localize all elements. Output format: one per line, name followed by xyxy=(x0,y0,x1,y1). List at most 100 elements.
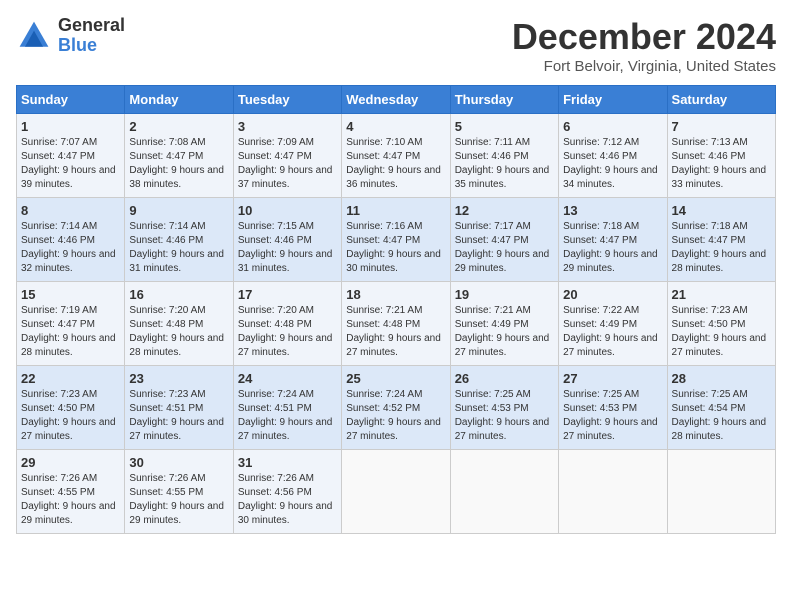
calendar-cell: 26 Sunrise: 7:25 AMSunset: 4:53 PMDayligh… xyxy=(450,366,558,450)
day-info: Sunrise: 7:20 AMSunset: 4:48 PMDaylight:… xyxy=(238,304,337,360)
day-number: 29 xyxy=(21,455,120,470)
day-info: Sunrise: 7:23 AMSunset: 4:51 PMDaylight:… xyxy=(129,388,228,444)
calendar-cell xyxy=(667,450,775,534)
header-row: Sunday Monday Tuesday Wednesday Thursday… xyxy=(17,86,776,114)
calendar-cell: 9 Sunrise: 7:14 AMSunset: 4:46 PMDaylight… xyxy=(125,198,233,282)
calendar-body: 1 Sunrise: 7:07 AMSunset: 4:47 PMDaylight… xyxy=(17,114,776,534)
day-info: Sunrise: 7:14 AMSunset: 4:46 PMDaylight:… xyxy=(129,220,228,276)
header-wednesday: Wednesday xyxy=(342,86,450,114)
calendar-cell: 25Sunrise: 7:24 AMSunset: 4:52 PMDayligh… xyxy=(342,366,450,450)
day-number: 11 xyxy=(346,203,445,218)
day-number: 16 xyxy=(129,287,228,302)
day-number: 4 xyxy=(346,119,445,134)
header-monday: Monday xyxy=(125,86,233,114)
calendar-row-4: 29 Sunrise: 7:26 AMSunset: 4:55 PMDayligh… xyxy=(17,450,776,534)
day-number: 14 xyxy=(672,203,771,218)
day-info: Sunrise: 7:25 AMSunset: 4:53 PMDaylight:… xyxy=(455,388,554,444)
day-number: 30 xyxy=(129,455,228,470)
day-info: Sunrise: 7:24 AMSunset: 4:52 PMDaylight:… xyxy=(346,388,445,444)
day-info: Sunrise: 7:25 AMSunset: 4:54 PMDaylight:… xyxy=(672,388,771,444)
logo-icon xyxy=(16,18,52,54)
day-number: 22 xyxy=(21,371,120,386)
header-sunday: Sunday xyxy=(17,86,125,114)
calendar-cell: 5Sunrise: 7:11 AMSunset: 4:46 PMDaylight… xyxy=(450,114,558,198)
calendar-cell: 11 Sunrise: 7:16 AMSunset: 4:47 PMDayligh… xyxy=(342,198,450,282)
day-number: 23 xyxy=(129,371,228,386)
calendar-row-1: 8 Sunrise: 7:14 AMSunset: 4:46 PMDaylight… xyxy=(17,198,776,282)
calendar-cell: 27Sunrise: 7:25 AMSunset: 4:53 PMDayligh… xyxy=(559,366,667,450)
logo-blue: Blue xyxy=(58,36,125,56)
calendar-cell: 19Sunrise: 7:21 AMSunset: 4:49 PMDayligh… xyxy=(450,282,558,366)
day-number: 28 xyxy=(672,371,771,386)
logo-general: General xyxy=(58,16,125,36)
header-friday: Friday xyxy=(559,86,667,114)
day-info: Sunrise: 7:15 AMSunset: 4:46 PMDaylight:… xyxy=(238,220,337,276)
day-number: 26 xyxy=(455,371,554,386)
day-number: 6 xyxy=(563,119,662,134)
calendar-row-2: 15 Sunrise: 7:19 AMSunset: 4:47 PMDayligh… xyxy=(17,282,776,366)
day-info: Sunrise: 7:21 AMSunset: 4:48 PMDaylight:… xyxy=(346,304,445,360)
day-number: 1 xyxy=(21,119,120,134)
day-number: 8 xyxy=(21,203,120,218)
day-info: Sunrise: 7:14 AMSunset: 4:46 PMDaylight:… xyxy=(21,220,120,276)
calendar-cell: 16 Sunrise: 7:20 AMSunset: 4:48 PMDayligh… xyxy=(125,282,233,366)
calendar-cell xyxy=(559,450,667,534)
calendar-cell: 8 Sunrise: 7:14 AMSunset: 4:46 PMDaylight… xyxy=(17,198,125,282)
calendar-cell: 18 Sunrise: 7:21 AMSunset: 4:48 PMDayligh… xyxy=(342,282,450,366)
day-info: Sunrise: 7:26 AMSunset: 4:55 PMDaylight:… xyxy=(21,472,120,528)
location: Fort Belvoir, Virginia, United States xyxy=(512,58,776,75)
calendar-cell: 23 Sunrise: 7:23 AMSunset: 4:51 PMDayligh… xyxy=(125,366,233,450)
day-number: 10 xyxy=(238,203,337,218)
calendar-cell: 31 Sunrise: 7:26 AMSunset: 4:56 PMDayligh… xyxy=(233,450,341,534)
day-info: Sunrise: 7:16 AMSunset: 4:47 PMDaylight:… xyxy=(346,220,445,276)
calendar-cell xyxy=(342,450,450,534)
day-number: 17 xyxy=(238,287,337,302)
day-info: Sunrise: 7:22 AMSunset: 4:49 PMDaylight:… xyxy=(563,304,662,360)
day-info: Sunrise: 7:13 AMSunset: 4:46 PMDaylight:… xyxy=(672,136,771,192)
day-info: Sunrise: 7:07 AMSunset: 4:47 PMDaylight:… xyxy=(21,136,120,192)
day-info: Sunrise: 7:18 AMSunset: 4:47 PMDaylight:… xyxy=(672,220,771,276)
calendar-cell: 2Sunrise: 7:08 AMSunset: 4:47 PMDaylight… xyxy=(125,114,233,198)
header-thursday: Thursday xyxy=(450,86,558,114)
header-saturday: Saturday xyxy=(667,86,775,114)
day-number: 15 xyxy=(21,287,120,302)
day-info: Sunrise: 7:09 AMSunset: 4:47 PMDaylight:… xyxy=(238,136,337,192)
day-info: Sunrise: 7:19 AMSunset: 4:47 PMDaylight:… xyxy=(21,304,120,360)
header: General Blue December 2024 Fort Belvoir,… xyxy=(16,16,776,75)
calendar-cell: 4 Sunrise: 7:10 AMSunset: 4:47 PMDaylight… xyxy=(342,114,450,198)
calendar-cell: 22 Sunrise: 7:23 AMSunset: 4:50 PMDayligh… xyxy=(17,366,125,450)
day-number: 7 xyxy=(672,119,771,134)
day-info: Sunrise: 7:11 AMSunset: 4:46 PMDaylight:… xyxy=(455,136,554,192)
calendar-table: Sunday Monday Tuesday Wednesday Thursday… xyxy=(16,85,776,534)
day-number: 18 xyxy=(346,287,445,302)
day-info: Sunrise: 7:23 AMSunset: 4:50 PMDaylight:… xyxy=(672,304,771,360)
calendar-cell: 7 Sunrise: 7:13 AMSunset: 4:46 PMDaylight… xyxy=(667,114,775,198)
day-info: Sunrise: 7:20 AMSunset: 4:48 PMDaylight:… xyxy=(129,304,228,360)
calendar-cell: 12 Sunrise: 7:17 AMSunset: 4:47 PMDayligh… xyxy=(450,198,558,282)
day-info: Sunrise: 7:26 AMSunset: 4:56 PMDaylight:… xyxy=(238,472,337,528)
calendar-header: Sunday Monday Tuesday Wednesday Thursday… xyxy=(17,86,776,114)
day-number: 31 xyxy=(238,455,337,470)
day-info: Sunrise: 7:10 AMSunset: 4:47 PMDaylight:… xyxy=(346,136,445,192)
calendar-cell xyxy=(450,450,558,534)
calendar-cell: 1 Sunrise: 7:07 AMSunset: 4:47 PMDaylight… xyxy=(17,114,125,198)
calendar-cell: 21 Sunrise: 7:23 AMSunset: 4:50 PMDayligh… xyxy=(667,282,775,366)
calendar-cell: 15 Sunrise: 7:19 AMSunset: 4:47 PMDayligh… xyxy=(17,282,125,366)
day-number: 13 xyxy=(563,203,662,218)
day-number: 21 xyxy=(672,287,771,302)
calendar-cell: 6Sunrise: 7:12 AMSunset: 4:46 PMDaylight… xyxy=(559,114,667,198)
day-info: Sunrise: 7:17 AMSunset: 4:47 PMDaylight:… xyxy=(455,220,554,276)
day-info: Sunrise: 7:21 AMSunset: 4:49 PMDaylight:… xyxy=(455,304,554,360)
calendar-cell: 29 Sunrise: 7:26 AMSunset: 4:55 PMDayligh… xyxy=(17,450,125,534)
day-info: Sunrise: 7:18 AMSunset: 4:47 PMDaylight:… xyxy=(563,220,662,276)
day-number: 9 xyxy=(129,203,228,218)
day-number: 12 xyxy=(455,203,554,218)
calendar-row-0: 1 Sunrise: 7:07 AMSunset: 4:47 PMDaylight… xyxy=(17,114,776,198)
day-info: Sunrise: 7:23 AMSunset: 4:50 PMDaylight:… xyxy=(21,388,120,444)
day-number: 24 xyxy=(238,371,337,386)
logo: General Blue xyxy=(16,16,125,56)
day-number: 20 xyxy=(563,287,662,302)
calendar-cell: 3Sunrise: 7:09 AMSunset: 4:47 PMDaylight… xyxy=(233,114,341,198)
calendar-cell: 30Sunrise: 7:26 AMSunset: 4:55 PMDayligh… xyxy=(125,450,233,534)
logo-text: General Blue xyxy=(58,16,125,56)
